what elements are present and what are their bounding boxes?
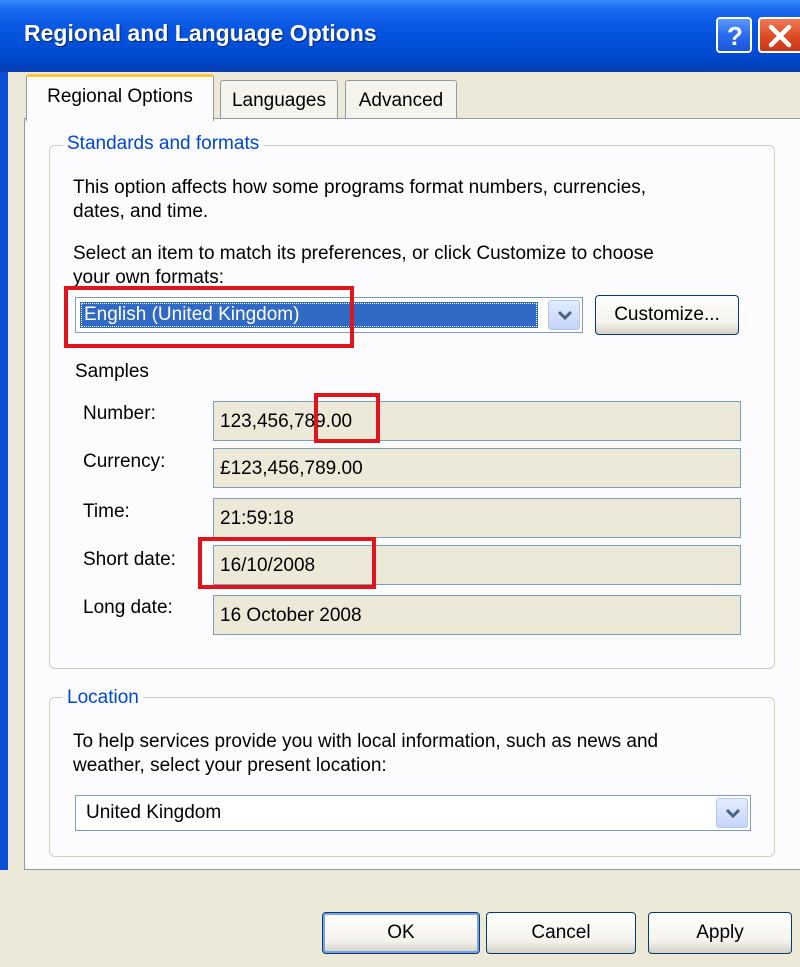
tab-panel-regional-options: Standards and formats This option affect…	[24, 118, 800, 870]
regional-language-options-dialog: Regional and Language Options ? Regional…	[0, 0, 800, 967]
tab-label: Regional Options	[47, 86, 193, 107]
customize-button[interactable]: Customize...	[595, 295, 739, 335]
samples-label: Samples	[75, 361, 149, 382]
tab-regional-options[interactable]: Regional Options	[26, 74, 214, 121]
cancel-button[interactable]: Cancel	[486, 912, 636, 954]
dialog-button-bar: OK Cancel Apply	[0, 870, 800, 967]
sample-time-label: Time:	[83, 501, 130, 522]
location-legend: Location	[63, 687, 143, 709]
window-title: Regional and Language Options	[24, 20, 377, 46]
sample-long-date-value: 16 October 2008	[213, 595, 741, 635]
select-prompt-line1: Select an item to match its preferences,…	[73, 243, 654, 264]
title-bar[interactable]: Regional and Language Options ?	[0, 0, 800, 72]
close-icon	[768, 24, 792, 48]
help-button[interactable]: ?	[716, 17, 752, 53]
sample-short-date-label: Short date:	[83, 549, 176, 570]
standards-description-line1: This option affects how some programs fo…	[73, 177, 647, 198]
sample-long-date-label: Long date:	[83, 597, 173, 618]
tab-advanced[interactable]: Advanced	[345, 80, 457, 120]
ok-button[interactable]: OK	[322, 912, 480, 954]
location-select-value: United Kingdom	[86, 802, 222, 823]
standards-formats-legend: Standards and formats	[63, 133, 264, 155]
location-description-line2: weather, select your present location:	[73, 755, 387, 776]
tab-label: Advanced	[358, 90, 444, 111]
chevron-down-icon	[725, 808, 741, 819]
sample-time-value: 21:59:18	[213, 498, 741, 538]
sample-currency-value: £123,456,789.00	[213, 448, 741, 488]
highlight-format-select	[64, 286, 354, 348]
window-frame-left	[0, 72, 8, 967]
location-select[interactable]: United Kingdom	[75, 795, 751, 831]
tab-languages[interactable]: Languages	[220, 80, 338, 120]
highlight-short-date	[198, 537, 376, 589]
highlight-number-decimal	[314, 393, 380, 443]
location-description-line1: To help services provide you with local …	[73, 731, 659, 752]
help-icon: ?	[727, 21, 743, 51]
sample-currency-label: Currency:	[83, 451, 166, 472]
svg-text:?: ?	[727, 21, 743, 51]
close-button[interactable]	[758, 17, 800, 53]
standards-description-line2: dates, and time.	[73, 201, 209, 222]
sample-number-label: Number:	[83, 403, 156, 424]
chevron-down-icon	[557, 310, 573, 321]
apply-button[interactable]: Apply	[648, 912, 792, 954]
format-select-dropdown-button[interactable]	[548, 300, 580, 330]
tab-label: Languages	[231, 90, 327, 111]
location-select-dropdown-button[interactable]	[716, 798, 748, 828]
sample-number-value: 123,456,789.00	[213, 401, 741, 441]
